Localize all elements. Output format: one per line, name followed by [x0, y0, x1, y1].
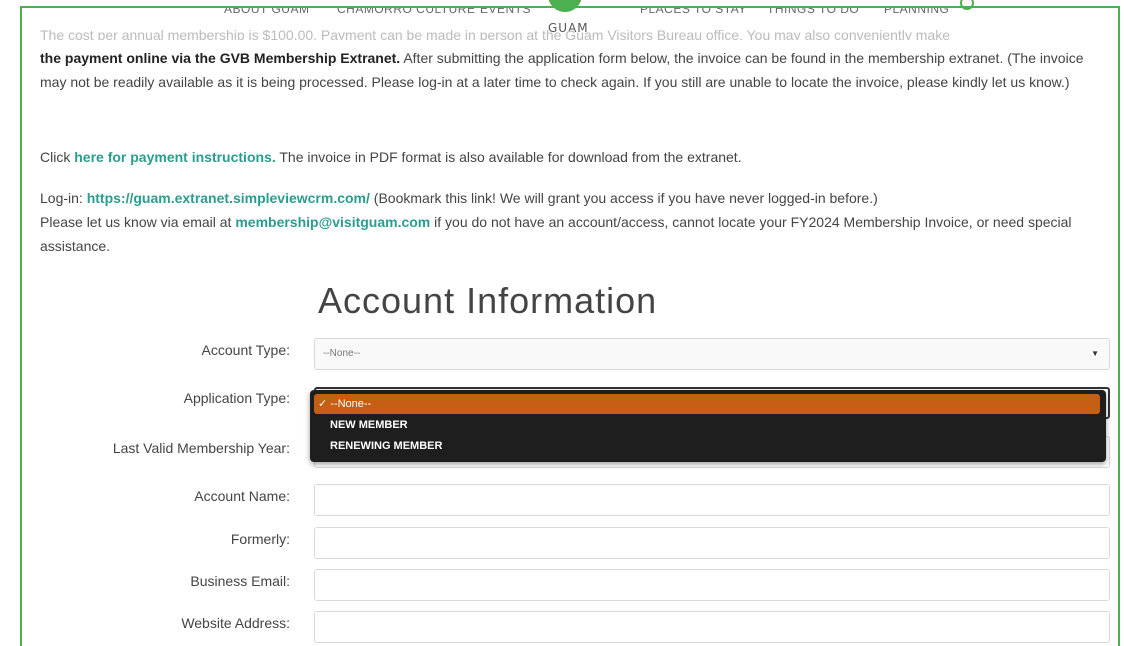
account-type-value: --None--: [323, 348, 361, 359]
pdf-note-text: The invoice in PDF format is also availa…: [279, 149, 742, 165]
nav-things-to-do[interactable]: THINGS TO DO: [767, 8, 859, 16]
dropdown-option-none[interactable]: ✓ --None--: [314, 394, 1100, 414]
click-text: Click: [40, 149, 71, 165]
account-information-title: Account Information: [318, 280, 658, 321]
payment-instructions-link[interactable]: here for payment instructions.: [74, 149, 275, 165]
application-type-dropdown: ✓ --None-- NEW MEMBER RENEWING MEMBER: [310, 390, 1106, 462]
dropdown-option-none-label: --None--: [330, 398, 372, 410]
formerly-label: Formerly:: [230, 531, 290, 547]
nav-places-to-stay[interactable]: PLACES TO STAY: [640, 8, 747, 16]
intro-cut-line: The cost per annual membership is $100.0…: [40, 30, 950, 40]
business-email-label: Business Email:: [190, 573, 290, 589]
nav-events[interactable]: EVENTS: [480, 8, 531, 16]
intro-paragraph-2: Click here for payment instructions. The…: [40, 145, 1110, 169]
dropdown-option-new-member[interactable]: NEW MEMBER: [314, 415, 1100, 435]
website-address-label: Website Address:: [181, 615, 290, 631]
check-icon: ✓: [318, 398, 328, 410]
extranet-login-link[interactable]: https://guam.extranet.simpleviewcrm.com/: [87, 190, 370, 206]
website-address-input[interactable]: [314, 611, 1110, 643]
top-nav: ABOUT GUAM CHAMORRO CULTURE EVENTS PLACE…: [222, 8, 1022, 28]
nav-chamorro-culture[interactable]: CHAMORRO CULTURE: [337, 8, 475, 16]
nav-about-guam[interactable]: ABOUT GUAM: [224, 8, 309, 16]
account-type-label: Account Type:: [201, 342, 290, 358]
formerly-input[interactable]: [314, 527, 1110, 559]
account-name-input[interactable]: [314, 484, 1110, 516]
email-pre-text: Please let us know via email at: [40, 214, 232, 230]
intro-paragraph-3: Log-in: https://guam.extranet.simpleview…: [40, 186, 1110, 258]
dropdown-option-renewing-member[interactable]: RENEWING MEMBER: [314, 436, 1100, 456]
extranet-note-bold: the payment online via the GVB Membershi…: [40, 50, 401, 66]
application-type-label: Application Type:: [183, 390, 290, 406]
intro-paragraph-1: the payment online via the GVB Membershi…: [40, 46, 1110, 94]
business-email-input[interactable]: [314, 569, 1110, 601]
membership-email-link[interactable]: membership@visitguam.com: [235, 214, 430, 230]
account-type-select[interactable]: --None-- ▼: [314, 338, 1110, 370]
nav-planning[interactable]: PLANNING: [884, 8, 949, 16]
login-label: Log-in:: [40, 190, 83, 206]
bookmark-note: (Bookmark this link! We will grant you a…: [373, 190, 878, 206]
account-name-label: Account Name:: [194, 488, 290, 504]
chevron-down-icon: ▼: [1091, 349, 1099, 358]
last-valid-membership-year-label: Last Valid Membership Year:: [112, 440, 290, 456]
